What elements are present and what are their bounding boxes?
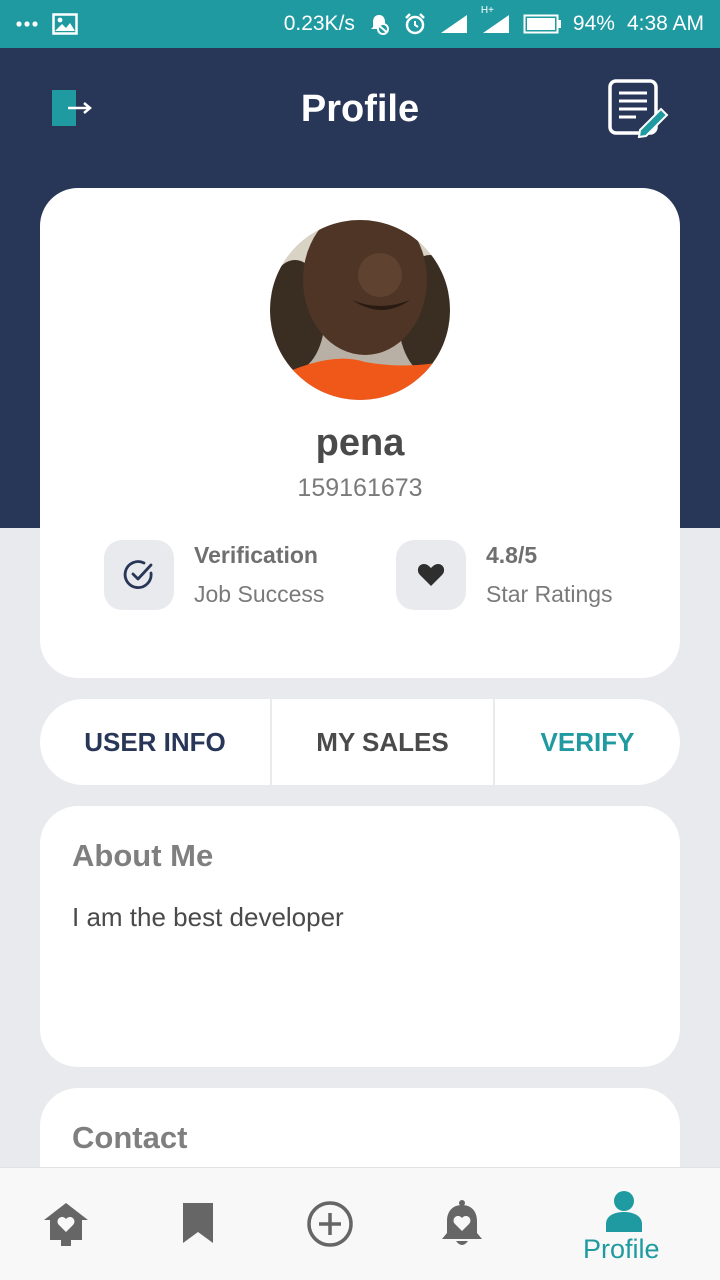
nav-notifications[interactable] [440,1199,484,1254]
home-icon [44,1203,88,1246]
rating-icon-box [396,540,466,610]
signal-strength-icon [439,13,469,35]
user-name: pena [315,422,405,464]
clock-time: 4:38 AM [626,12,704,35]
battery-icon [523,14,561,34]
profile-person-icon [606,1191,642,1232]
signal-strength-hplus-icon: H+ [481,5,511,35]
rating-subtitle: Star Ratings [486,581,613,607]
status-bar: 0.23K/s H+ 94% 4:38 AM [0,0,720,48]
network-speed: 0.23K/s [283,12,355,35]
avatar[interactable] [270,220,450,400]
verification-stat: Verification Job Success [104,540,324,610]
bookmark-icon [183,1203,213,1243]
notification-bell-icon [442,1200,482,1245]
image-notification-icon [52,13,78,35]
nav-add-post[interactable] [305,1199,355,1254]
avatar-photo [270,220,450,400]
nav-bookmarks[interactable] [180,1200,216,1251]
user-id: 159161673 [297,474,423,502]
more-dots-icon [16,20,38,28]
edit-profile-button[interactable] [606,78,670,140]
edit-document-icon [608,79,669,139]
about-me-text: I am the best developer [72,902,344,932]
check-circle-icon [123,560,153,589]
verification-icon-box [104,540,174,610]
alarm-clock-icon [403,12,427,36]
about-me-heading: About Me [72,838,214,873]
contact-heading: Contact [72,1120,188,1155]
tab-user-info[interactable]: USER INFO [40,699,272,785]
heart-icon [417,564,445,586]
about-me-card: About Me I am the best developer [40,806,680,1067]
profile-tabs: USER INFO MY SALES VERIFY [40,699,680,785]
nav-home[interactable] [42,1200,90,1253]
network-type-label: H+ [480,5,494,16]
rating-stat: 4.8/5 Star Ratings [396,540,613,610]
battery-percentage: 94% [572,12,615,35]
rating-value: 4.8/5 [486,542,538,568]
add-circle-icon [307,1201,353,1247]
verification-subtitle: Job Success [194,581,325,607]
nav-profile[interactable] [604,1190,644,1237]
nav-profile-label[interactable]: Profile [583,1234,660,1265]
tab-my-sales[interactable]: MY SALES [272,699,495,785]
profile-card: pena 159161673 Verification Job Success … [40,188,680,678]
tab-verify[interactable]: VERIFY [495,699,680,785]
verification-title: Verification [194,542,318,568]
silent-mode-icon [367,12,391,36]
